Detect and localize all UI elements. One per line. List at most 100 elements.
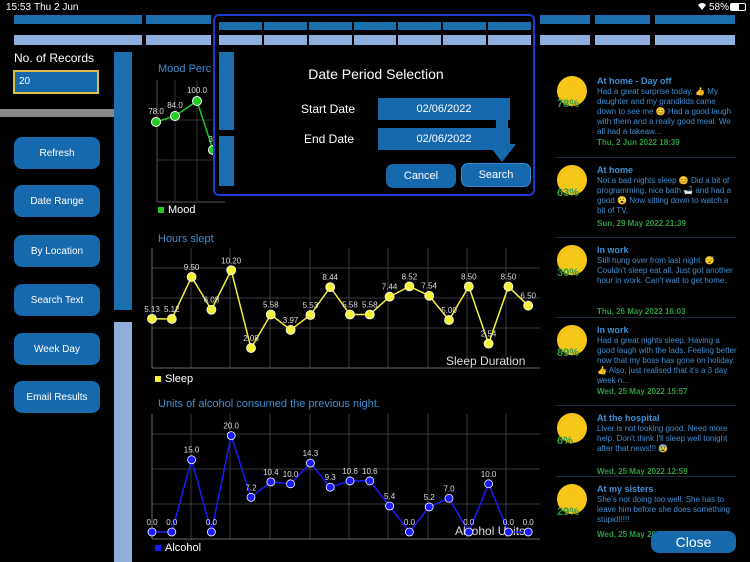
week-day-button[interactable]: Week Day — [14, 333, 100, 365]
sleep-point — [523, 300, 534, 311]
mood-line — [155, 99, 214, 151]
entry-description: She's not doing too well. She has to lea… — [597, 495, 730, 524]
search-text-button[interactable]: Search Text — [14, 284, 100, 316]
sleep-legend-swatch — [155, 376, 161, 382]
mood-point — [192, 96, 202, 106]
sleep-legend-label: Sleep — [165, 373, 194, 385]
divider-bar — [0, 109, 132, 117]
by-location-button[interactable]: By Location — [14, 235, 100, 267]
sleep-point — [503, 281, 514, 292]
sleep-point — [444, 315, 454, 325]
alcohol-legend-label: Alcohol — [165, 542, 202, 554]
top-bar-3 — [540, 15, 590, 24]
alcohol-label: 0.0 — [404, 518, 416, 527]
sleep-point — [226, 265, 237, 276]
sleep-point — [463, 281, 474, 292]
sleep-point — [206, 304, 217, 315]
sleep-label: 5.12 — [164, 305, 180, 314]
sleep-label: 8.50 — [461, 273, 477, 282]
alcohol-chart: Alcohol Units 0.0 0.015.00.020.07.210.4 10… — [146, 414, 540, 540]
alcohol-legend-swatch — [155, 545, 161, 551]
entry-location: In work — [597, 245, 629, 255]
status-time: 15:53 — [6, 2, 32, 13]
entry-item[interactable]: 6% At the hospital Liver is not looking go… — [555, 413, 740, 483]
entry-separator — [556, 476, 736, 477]
date-range-button[interactable]: Date Range — [14, 185, 100, 217]
close-button[interactable]: Close — [651, 531, 736, 553]
entry-description: Not a bad nights sleep 😊 Did a bit of pr… — [597, 176, 732, 215]
entry-description: Liver is not looking good. Need more hel… — [597, 424, 728, 453]
end-date-label: End Date — [304, 132, 355, 146]
mood-label: 78.0 — [148, 107, 164, 116]
entry-mood-percent: 78% — [557, 98, 580, 110]
mood-point — [151, 117, 161, 127]
refresh-button[interactable]: Refresh — [14, 137, 100, 169]
entry-location: At the hospital — [597, 413, 660, 423]
alcohol-label: 0.0 — [523, 518, 535, 527]
status-date: Thu 2 Jun — [34, 2, 79, 13]
alcohol-label: 15.0 — [184, 446, 200, 455]
sleep-label: 5.53 — [303, 301, 319, 310]
top-bar-left — [14, 15, 142, 24]
alcohol-point — [424, 502, 434, 512]
entry-location: At home — [597, 165, 633, 175]
entry-description: Had a great surprise today. 👍 My daughte… — [597, 87, 732, 136]
sleep-label: 7.54 — [421, 282, 437, 291]
entry-mood-percent: 30% — [557, 267, 580, 279]
vertical-bar-bottom — [114, 322, 132, 562]
sleep-point — [404, 281, 415, 292]
alcohol-point — [325, 482, 335, 492]
cancel-button[interactable]: Cancel — [386, 164, 456, 188]
entry-location: At my sisters — [597, 484, 654, 494]
entry-item[interactable]: 78% At home - Day off Had a great surprise… — [555, 76, 740, 147]
alcohol-point — [484, 479, 494, 489]
wifi-icon — [697, 2, 707, 14]
top-bar2-3 — [540, 35, 590, 45]
entry-item[interactable]: 63% At home Not a bad nights sleep 😊 Did a… — [555, 165, 740, 235]
alcohol-label: 9.3 — [325, 473, 337, 482]
top-bar-2 — [146, 15, 211, 24]
top-bar2-left — [14, 35, 142, 45]
top-bar2-5 — [655, 35, 735, 45]
top-bar2-2 — [146, 35, 211, 45]
alcohol-label: 20.0 — [223, 422, 239, 431]
alcohol-label: 14.3 — [303, 449, 319, 458]
mood-point — [170, 111, 180, 121]
sleep-chart-title: Hours slept — [158, 233, 214, 245]
dialog-side-bar-2 — [219, 136, 234, 186]
top-bar-4 — [595, 15, 650, 24]
sleep-point — [186, 272, 197, 282]
search-button[interactable]: Search — [461, 163, 531, 187]
entry-location: At home - Day off — [597, 76, 672, 86]
sleep-label: 10.20 — [221, 256, 242, 265]
sleep-point — [285, 325, 296, 335]
entry-date: Thu, 26 May 2022 16:03 — [597, 307, 686, 316]
top-bar-5 — [655, 15, 735, 24]
email-results-button[interactable]: Email Results — [14, 381, 100, 413]
vertical-bar-top — [114, 52, 132, 310]
alcohol-point — [167, 527, 177, 537]
sleep-point — [384, 291, 395, 302]
entry-separator — [556, 237, 736, 238]
alcohol-label: 7.0 — [443, 484, 455, 493]
alcohol-label: 10.0 — [283, 470, 299, 479]
sleep-watermark: Sleep Duration — [446, 354, 525, 368]
alcohol-label: 0.0 — [206, 518, 218, 527]
sleep-label: 8.44 — [322, 273, 338, 282]
entry-mood-percent: 63% — [557, 187, 580, 199]
alcohol-label: 10.0 — [481, 470, 497, 479]
alcohol-point — [444, 493, 454, 503]
entry-description: Still hung over from last night. 😴 Could… — [597, 256, 733, 285]
sleep-point — [305, 310, 316, 320]
alcohol-label: 5.4 — [384, 492, 396, 501]
records-label: No. of Records — [14, 51, 95, 65]
entry-item[interactable]: 89% In work Had a great nights sleep. Havi… — [555, 325, 740, 396]
sleep-point — [424, 290, 435, 301]
records-input[interactable]: 20 — [13, 70, 99, 94]
sleep-point — [246, 343, 256, 353]
alcohol-point — [226, 431, 236, 441]
sleep-label: 2.08 — [243, 334, 259, 343]
entry-item[interactable]: 30% In work Still hung over from last nigh… — [555, 245, 740, 316]
sleep-point — [483, 338, 494, 349]
alcohol-point — [207, 527, 216, 537]
